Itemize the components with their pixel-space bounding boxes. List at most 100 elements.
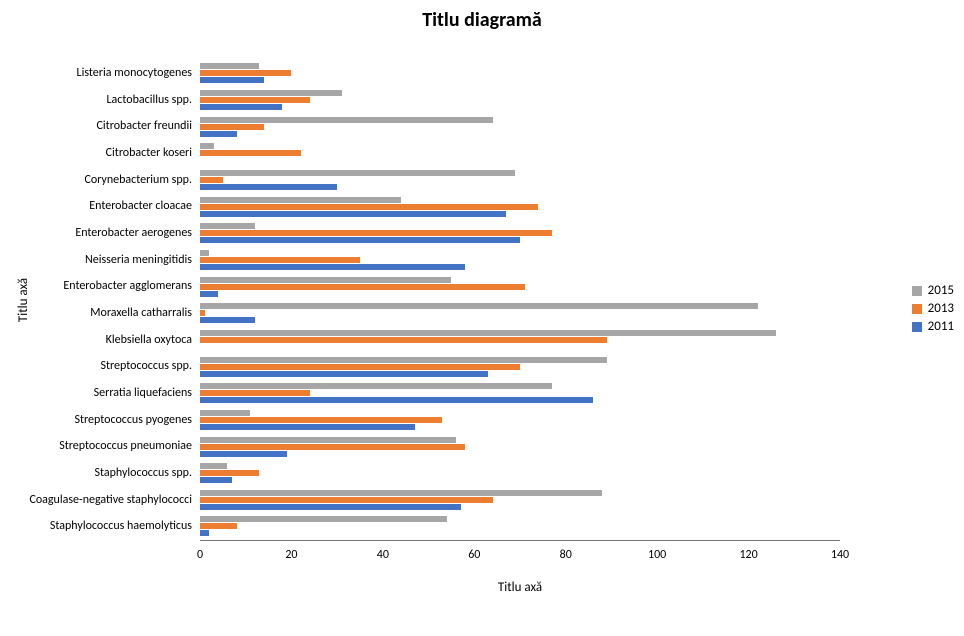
x-axis-label: Titlu axă [200,580,840,595]
category-row: Streptococcus pyogenes [200,407,840,434]
bar-2015 [200,117,493,123]
category-row: Enterobacter agglomerans [200,273,840,300]
category-label: Enterobacter aerogenes [75,220,192,247]
bar-2013 [200,204,538,210]
bar-2011 [200,77,264,83]
category-row: Enterobacter cloacae [200,193,840,220]
bar-2013 [200,310,205,316]
bar-2011 [200,397,593,403]
bar-2013 [200,230,552,236]
bar-2015 [200,90,342,96]
bar-2013 [200,150,301,156]
category-label: Lactobacillus spp. [106,87,192,114]
category-row: Listeria monocytogenes [200,60,840,87]
bar-2015 [200,63,259,69]
x-tick-label: 40 [377,548,389,562]
bar-2015 [200,330,776,336]
category-row: Citrobacter freundii [200,113,840,140]
category-row: Staphylococcus spp. [200,460,840,487]
horizontal-grouped-bar-chart: Titlu diagramă Listeria monocytogenesLac… [0,0,964,636]
bar-2013 [200,177,223,183]
bar-2011 [200,504,461,510]
bar-2013 [200,390,310,396]
category-row: Lactobacillus spp. [200,87,840,114]
bar-2013 [200,284,525,290]
bar-2015 [200,143,214,149]
bar-2015 [200,250,209,256]
x-tick-label: 0 [197,548,203,562]
bar-2015 [200,277,451,283]
bar-2013 [200,70,291,76]
category-label: Citrobacter koseri [106,140,192,167]
bar-2011 [200,237,520,243]
category-label: Corynebacterium spp. [84,167,192,194]
bar-2013 [200,470,259,476]
x-tick-label: 60 [468,548,480,562]
legend-label: 2015 [928,283,954,298]
bar-2013 [200,523,237,529]
legend-swatch [912,286,922,296]
bar-2013 [200,257,360,263]
x-tick-label: 100 [648,548,666,562]
bar-2011 [200,264,465,270]
bar-2015 [200,437,456,443]
category-row: Moraxella catharralis [200,300,840,327]
bar-2011 [200,291,218,297]
y-axis-label: Titlu axă [14,60,34,540]
legend-label: 2013 [928,301,954,316]
bar-2011 [200,477,232,483]
category-label: Moraxella catharralis [90,300,192,327]
category-row: Citrobacter koseri [200,140,840,167]
bar-2011 [200,317,255,323]
bar-2011 [200,104,282,110]
category-row: Corynebacterium spp. [200,167,840,194]
category-row: Klebsiella oxytoca [200,327,840,354]
bar-2011 [200,131,237,137]
bar-2013 [200,364,520,370]
category-label: Coagulase-negative staphylococci [29,487,192,514]
bar-2015 [200,516,447,522]
category-label: Streptococcus spp. [100,353,192,380]
category-row: Enterobacter aerogenes [200,220,840,247]
bar-2011 [200,451,287,457]
category-row: Staphylococcus haemolyticus [200,513,840,540]
x-tick-label: 80 [560,548,572,562]
category-label: Listeria monocytogenes [77,60,192,87]
category-label: Streptococcus pyogenes [74,407,192,434]
bar-2013 [200,124,264,130]
legend-item: 2013 [912,301,954,316]
bar-2011 [200,371,488,377]
x-tick-label: 120 [739,548,757,562]
category-label: Staphylococcus haemolyticus [50,513,192,540]
bar-2013 [200,97,310,103]
legend-swatch [912,322,922,332]
legend-item: 2011 [912,319,954,334]
bar-2013 [200,497,493,503]
x-tick-label: 140 [831,548,849,562]
category-label: Streptococcus pneumoniae [59,433,192,460]
category-label: Neisseria meningitidis [85,247,192,274]
category-label: Enterobacter cloacae [89,193,192,220]
bar-2015 [200,197,401,203]
bar-2015 [200,223,255,229]
bar-2011 [200,530,209,536]
category-row: Coagulase-negative staphylococci [200,487,840,514]
bar-2013 [200,337,607,343]
category-label: Citrobacter freundii [97,113,192,140]
bar-2015 [200,357,607,363]
bar-2011 [200,424,415,430]
bar-2015 [200,303,758,309]
bar-2015 [200,490,602,496]
bar-2011 [200,184,337,190]
category-row: Neisseria meningitidis [200,247,840,274]
category-row: Streptococcus pneumoniae [200,433,840,460]
category-row: Serratia liquefaciens [200,380,840,407]
category-label: Staphylococcus spp. [94,460,192,487]
x-tick-label: 20 [285,548,297,562]
bar-2015 [200,410,250,416]
legend-swatch [912,304,922,314]
bar-2015 [200,463,227,469]
bar-2015 [200,170,515,176]
legend-label: 2011 [928,319,954,334]
bar-2013 [200,417,442,423]
